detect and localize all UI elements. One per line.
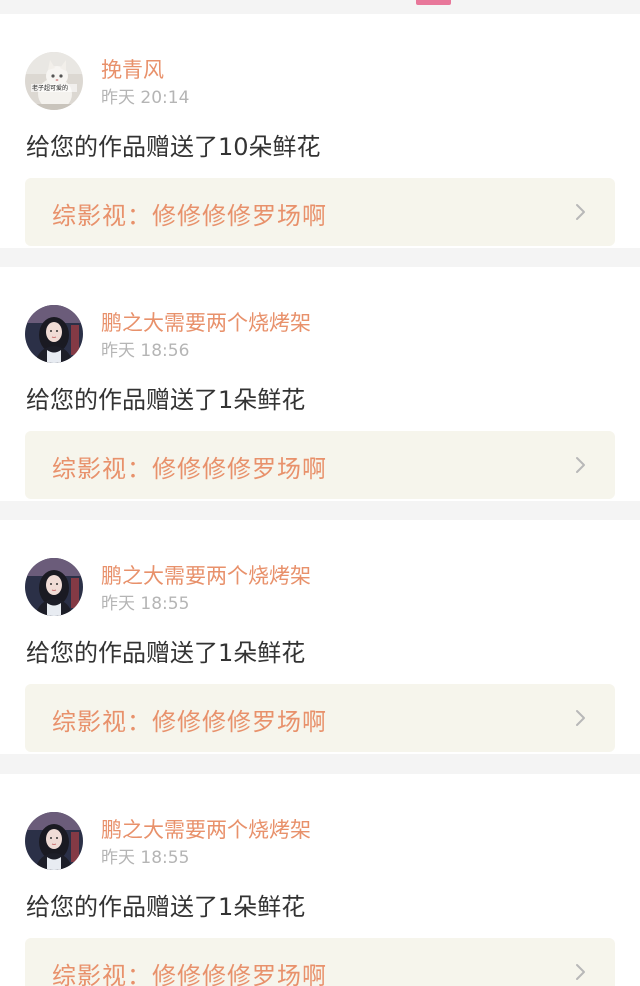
gift-message: 给您的作品赠送了10朵鲜花	[26, 133, 321, 161]
username[interactable]: 挽青风	[101, 54, 164, 84]
user-avatar[interactable]	[25, 305, 83, 363]
work-title: 综影视：修修修修罗场啊	[52, 962, 327, 986]
chevron-right-icon	[576, 457, 585, 473]
girl-portrait-avatar-icon	[25, 558, 83, 616]
avatar-caption: 老子超可爱的	[32, 85, 69, 92]
timestamp: 昨天 18:56	[101, 341, 190, 361]
notification-card: 鹏之大需要两个烧烤架 昨天 18:55 给您的作品赠送了1朵鲜花 综影视：修修修…	[0, 520, 640, 754]
notification-card: 鹏之大需要两个烧烤架 昨天 18:55 给您的作品赠送了1朵鲜花 综影视：修修修…	[0, 774, 640, 986]
username[interactable]: 鹏之大需要两个烧烤架	[101, 307, 311, 337]
girl-portrait-avatar-icon	[25, 305, 83, 363]
user-avatar[interactable]	[25, 558, 83, 616]
user-avatar[interactable]: 老子超可爱的	[25, 52, 83, 110]
username[interactable]: 鹏之大需要两个烧烤架	[101, 560, 311, 590]
notification-card: 鹏之大需要两个烧烤架 昨天 18:56 给您的作品赠送了1朵鲜花 综影视：修修修…	[0, 267, 640, 501]
timestamp: 昨天 18:55	[101, 594, 190, 614]
active-tab-indicator	[416, 0, 451, 5]
username[interactable]: 鹏之大需要两个烧烤架	[101, 814, 311, 844]
work-title: 综影视：修修修修罗场啊	[52, 455, 327, 483]
work-link-button[interactable]: 综影视：修修修修罗场啊	[25, 684, 615, 752]
work-title: 综影视：修修修修罗场啊	[52, 708, 327, 736]
chevron-right-icon	[576, 710, 585, 726]
chevron-right-icon	[576, 204, 585, 220]
gift-message: 给您的作品赠送了1朵鲜花	[26, 893, 306, 921]
user-avatar[interactable]	[25, 812, 83, 870]
timestamp: 昨天 20:14	[101, 88, 190, 108]
gift-message: 给您的作品赠送了1朵鲜花	[26, 386, 306, 414]
gift-message: 给您的作品赠送了1朵鲜花	[26, 639, 306, 667]
chevron-right-icon	[576, 964, 585, 980]
work-link-button[interactable]: 综影视：修修修修罗场啊	[25, 938, 615, 986]
work-link-button[interactable]: 综影视：修修修修罗场啊	[25, 178, 615, 246]
cat-photo-avatar-icon	[25, 52, 83, 110]
girl-portrait-avatar-icon	[25, 812, 83, 870]
timestamp: 昨天 18:55	[101, 848, 190, 868]
work-link-button[interactable]: 综影视：修修修修罗场啊	[25, 431, 615, 499]
notification-card: 老子超可爱的 挽青风 昨天 20:14 给您的作品赠送了10朵鲜花 综影视：修修…	[0, 14, 640, 248]
work-title: 综影视：修修修修罗场啊	[52, 202, 327, 230]
